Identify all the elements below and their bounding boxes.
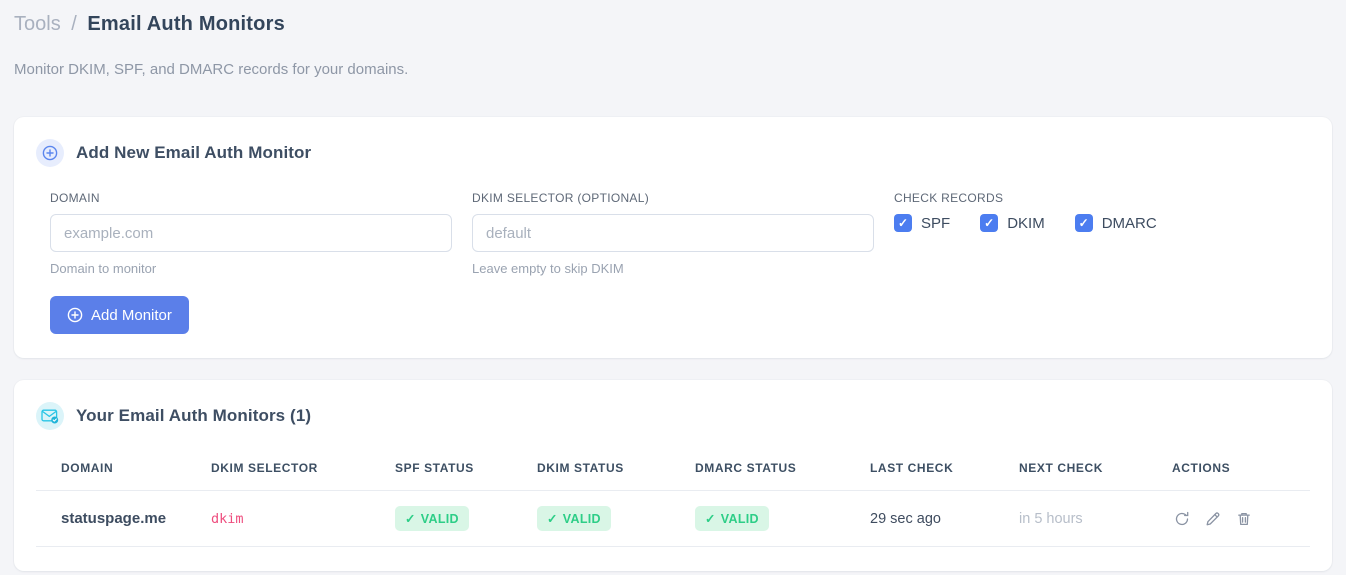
domain-input[interactable] bbox=[50, 214, 452, 252]
checkbox-checked-icon[interactable]: ✓ bbox=[1074, 214, 1093, 232]
dkim-selector-field-group: DKIM SELECTOR (OPTIONAL) Leave empty to … bbox=[472, 191, 874, 276]
check-icon: ✓ bbox=[705, 512, 716, 526]
add-monitor-button[interactable]: Add Monitor bbox=[50, 296, 189, 334]
monitors-card-header: Your Email Auth Monitors (1) bbox=[36, 402, 1310, 430]
header-domain: DOMAIN bbox=[36, 446, 211, 491]
dkim-checkbox[interactable]: ✓ DKIM bbox=[980, 214, 1045, 232]
dkim-status-text: VALID bbox=[562, 511, 601, 526]
breadcrumb-separator: / bbox=[71, 13, 77, 35]
spf-status-badge: ✓ VALID bbox=[395, 506, 469, 531]
spf-checkbox-label: SPF bbox=[921, 214, 951, 232]
dkim-selector-input[interactable] bbox=[472, 214, 874, 252]
monitors-table-wrap: DOMAIN DKIM SELECTOR SPF STATUS DKIM STA… bbox=[36, 446, 1310, 547]
header-last-check: LAST CHECK bbox=[870, 446, 1019, 491]
dmarc-status-badge: ✓ VALID bbox=[695, 506, 769, 531]
plus-circle-icon bbox=[67, 307, 83, 323]
add-monitor-card-header: Add New Email Auth Monitor bbox=[36, 139, 1310, 167]
add-monitor-button-label: Add Monitor bbox=[91, 306, 172, 324]
check-icon: ✓ bbox=[547, 512, 558, 526]
header-dkim-selector: DKIM SELECTOR bbox=[211, 446, 395, 491]
add-monitor-form: DOMAIN Domain to monitor DKIM SELECTOR (… bbox=[36, 191, 1310, 276]
row-last-check: 29 sec ago bbox=[870, 490, 1019, 547]
row-dkim-status-cell: ✓ VALID bbox=[537, 490, 695, 547]
row-actions bbox=[1172, 509, 1302, 529]
checkbox-checked-icon[interactable]: ✓ bbox=[980, 214, 999, 232]
plus-circle-icon bbox=[36, 139, 64, 167]
breadcrumb-tools-link[interactable]: Tools bbox=[14, 13, 61, 35]
dkim-selector-field-label: DKIM SELECTOR (OPTIONAL) bbox=[472, 191, 650, 205]
table-header-row: DOMAIN DKIM SELECTOR SPF STATUS DKIM STA… bbox=[36, 446, 1310, 491]
row-dkim-selector: dkim bbox=[211, 490, 395, 547]
page-title: Email Auth Monitors bbox=[87, 13, 285, 35]
table-row: statuspage.me dkim ✓ VALID ✓ VALID ✓ VAL… bbox=[36, 490, 1310, 547]
add-monitor-card-title: Add New Email Auth Monitor bbox=[76, 143, 312, 162]
header-dmarc-status: DMARC STATUS bbox=[695, 446, 870, 491]
dkim-selector-field-hint: Leave empty to skip DKIM bbox=[472, 261, 624, 276]
header-spf-status: SPF STATUS bbox=[395, 446, 537, 491]
row-spf-status-cell: ✓ VALID bbox=[395, 490, 537, 547]
row-dmarc-status-cell: ✓ VALID bbox=[695, 490, 870, 547]
monitors-table: DOMAIN DKIM SELECTOR SPF STATUS DKIM STA… bbox=[36, 446, 1310, 547]
breadcrumb: Tools / Email Auth Monitors bbox=[14, 12, 1332, 36]
dmarc-checkbox[interactable]: ✓ DMARC bbox=[1074, 214, 1157, 232]
header-actions: ACTIONS bbox=[1172, 446, 1310, 491]
domain-field-group: DOMAIN Domain to monitor bbox=[50, 191, 452, 276]
spf-status-text: VALID bbox=[420, 511, 459, 526]
row-domain: statuspage.me bbox=[36, 490, 211, 547]
add-monitor-card: Add New Email Auth Monitor DOMAIN Domain… bbox=[14, 117, 1332, 358]
delete-icon[interactable] bbox=[1234, 509, 1254, 529]
dkim-checkbox-label: DKIM bbox=[1007, 214, 1045, 232]
dmarc-status-text: VALID bbox=[720, 511, 759, 526]
refresh-icon[interactable] bbox=[1172, 509, 1192, 529]
dkim-status-badge: ✓ VALID bbox=[537, 506, 611, 531]
header-next-check: NEXT CHECK bbox=[1019, 446, 1172, 491]
check-icon: ✓ bbox=[405, 512, 416, 526]
domain-field-label: DOMAIN bbox=[50, 191, 100, 205]
edit-icon[interactable] bbox=[1203, 509, 1223, 529]
page: Tools / Email Auth Monitors Monitor DKIM… bbox=[0, 0, 1346, 571]
check-records-options: ✓ SPF ✓ DKIM ✓ DMARC bbox=[894, 214, 1296, 232]
header-dkim-status: DKIM STATUS bbox=[537, 446, 695, 491]
domain-field-hint: Domain to monitor bbox=[50, 261, 157, 276]
monitors-card: Your Email Auth Monitors (1) DOMAIN DKIM… bbox=[14, 380, 1332, 571]
monitors-card-title: Your Email Auth Monitors (1) bbox=[76, 406, 312, 425]
check-records-label: CHECK RECORDS bbox=[894, 191, 1004, 205]
dmarc-checkbox-label: DMARC bbox=[1101, 214, 1157, 232]
spf-checkbox[interactable]: ✓ SPF bbox=[894, 214, 950, 232]
row-next-check: in 5 hours bbox=[1019, 490, 1172, 547]
page-subtitle: Monitor DKIM, SPF, and DMARC records for… bbox=[14, 61, 409, 78]
row-actions-cell bbox=[1172, 490, 1310, 547]
check-records-group: CHECK RECORDS ✓ SPF ✓ DKIM ✓ DMARC bbox=[894, 191, 1296, 276]
checkbox-checked-icon[interactable]: ✓ bbox=[894, 214, 912, 232]
envelope-check-icon bbox=[36, 402, 64, 430]
